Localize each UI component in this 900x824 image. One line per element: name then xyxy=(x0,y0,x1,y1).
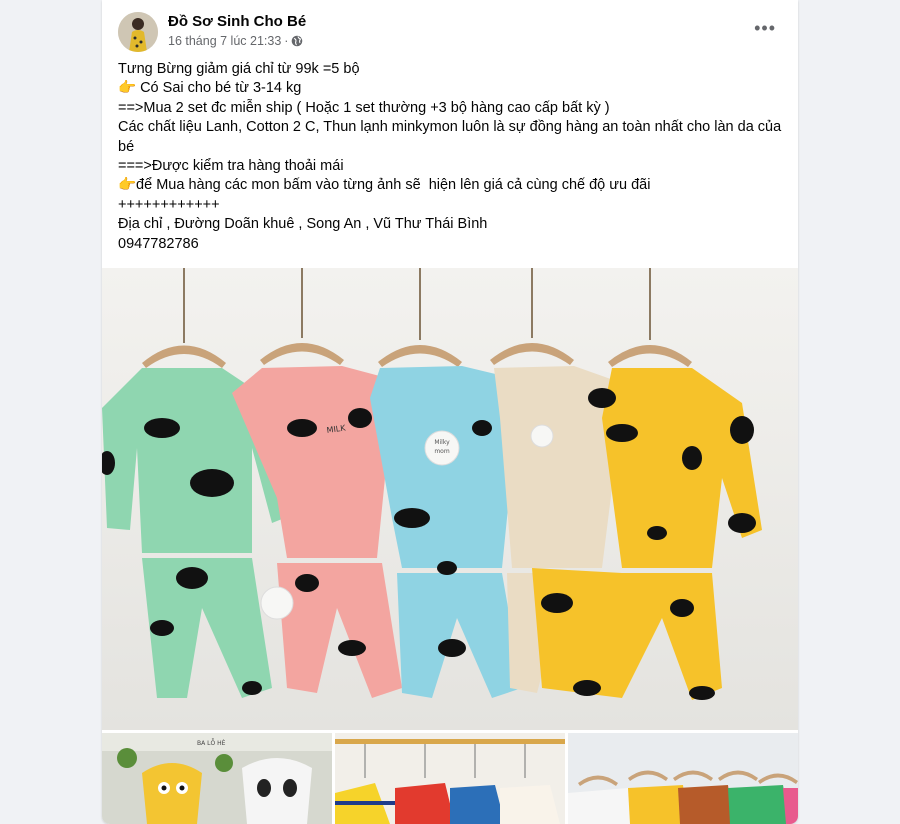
post-line: Các chất liệu Lanh, Cotton 2 C, Thun lạn… xyxy=(118,119,786,155)
post-timestamp[interactable]: 16 tháng 7 lúc 21:33 xyxy=(168,34,281,48)
post-line: Tưng Bừng giảm giá chỉ từ 99k =5 bộ xyxy=(118,61,360,77)
post-header: Đồ Sơ Sinh Cho Bé 16 tháng 7 lúc 21:33 ·… xyxy=(102,0,798,58)
post-line: 👉để Mua hàng các mon bấm vào từng ảnh sẽ… xyxy=(118,177,651,194)
tag-text: Milky xyxy=(434,439,450,446)
thumbnail-2[interactable] xyxy=(335,733,565,824)
thumbnail-label: BA LỖ HÈ xyxy=(197,739,226,747)
photo-thumbnails: BA LỖ HÈ xyxy=(102,733,798,824)
post-line: ==>Mua 2 set đc miễn ship ( Hoặc 1 set t… xyxy=(118,99,610,116)
post-line: 0947782786 xyxy=(118,235,199,252)
main-product-photo[interactable]: Milky mom MILK xyxy=(102,268,798,730)
meta-separator: · xyxy=(284,34,289,48)
pajamas-photo: Milky mom MILK xyxy=(102,268,798,730)
thumbnail-1[interactable]: BA LỖ HÈ xyxy=(102,733,332,824)
feed-post: Đồ Sơ Sinh Cho Bé 16 tháng 7 lúc 21:33 ·… xyxy=(102,0,798,824)
avatar-image xyxy=(118,12,158,52)
post-line: ++++++++++++ xyxy=(118,196,220,213)
post-meta: 16 tháng 7 lúc 21:33 · xyxy=(168,34,303,48)
tag-text: mom xyxy=(434,448,450,455)
more-options-icon[interactable]: ••• xyxy=(754,19,776,37)
globe-icon[interactable] xyxy=(291,35,303,47)
thumbnail-3[interactable] xyxy=(568,733,798,824)
post-line: Địa chỉ , Đường Doãn khuê , Song An , Vũ… xyxy=(118,216,488,233)
post-line: 👉 Có Sai cho bé từ 3-14 kg xyxy=(118,80,302,97)
post-line: ===>Được kiểm tra hàng thoải mái xyxy=(118,158,344,175)
page-avatar[interactable] xyxy=(118,12,158,52)
post-message: Tưng Bừng giảm giá chỉ từ 99k =5 bộ 👉 Có… xyxy=(102,60,798,254)
page-name-link[interactable]: Đồ Sơ Sinh Cho Bé xyxy=(168,13,306,30)
